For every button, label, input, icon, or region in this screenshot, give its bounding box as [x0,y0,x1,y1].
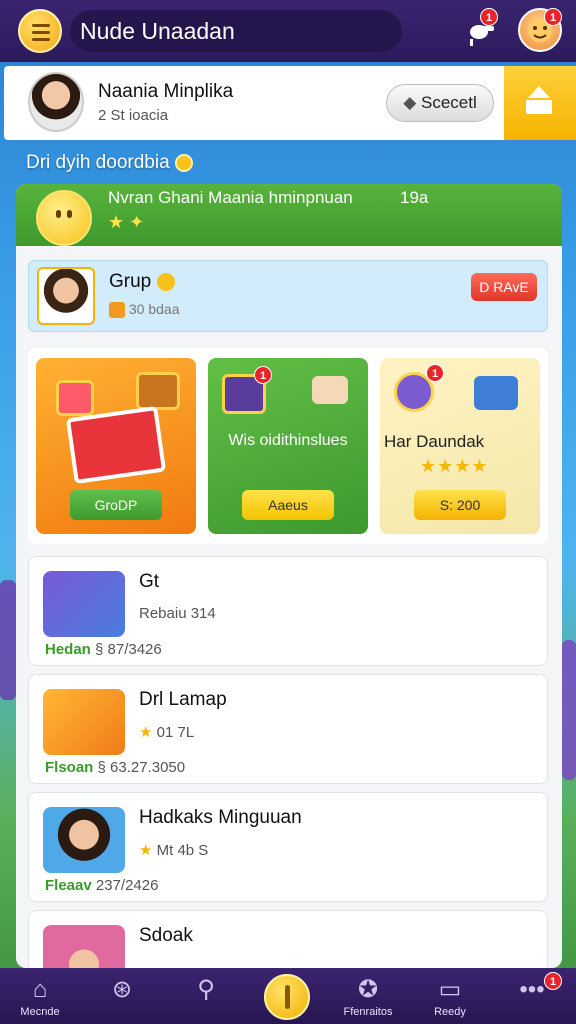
nav-home-label: Mecnde [20,1006,60,1018]
group-subtitle: 30 bdaa [109,301,180,319]
list-item-title: Sdoak [139,925,193,946]
gift-icon [56,380,94,416]
nav-home[interactable]: ⌂ Mecnde [4,968,76,1024]
more-icon: ••• [519,976,545,1003]
top-bar: Nude Unaadan 1 1 [0,0,576,62]
list-item-foot-name: Flsoan [45,759,94,776]
person-thumbnail [43,807,125,873]
feature-cards: GroDP 1 Wis oidithinslues Aaeus 1 Har Da… [28,348,548,544]
list-item-meta: ★ Mt 4b S [139,842,209,859]
list-item[interactable]: Hadkaks Minguuan ★ Mt 4b S Fleaav 237/24… [28,792,548,902]
app-title: Nude Unaadan [70,10,402,52]
tools-icon [474,376,518,410]
nav-favorites-label: Ffenraitos [343,1006,393,1018]
list-item-foot: Fleaav 237/2426 [45,877,158,894]
main-panel: Nvran Ghani Maania hminpnuan 19a ★ ✦ Gru… [16,184,562,968]
panel-title: Nvran Ghani Maania hminpnuan [108,188,353,207]
list-item-meta: Rebaiu 314 [139,605,216,622]
profile-photo [28,72,84,132]
search-person-icon: ⊛ [111,976,133,1003]
group-title: Grup [109,271,175,293]
bg-building-left [0,580,16,700]
treasure-thumbnail [43,689,125,755]
group-subtitle-text: 30 bdaa [128,301,180,317]
prize-card-button[interactable]: S: 200 [414,490,506,520]
coin-icon [156,272,175,291]
bg-building-right [562,640,576,780]
coin-icon [174,153,193,172]
section-label: Dri dyih doordbia [26,152,193,174]
coins-thumbnail [43,571,125,637]
reward-list: Gt Rebaiu 314 Hedan § 87/3426 Drl Lamap … [28,556,548,968]
list-item[interactable]: Gt Rebaiu 314 Hedan § 87/3426 [28,556,548,666]
select-button-label: Scecetl [421,93,477,112]
list-item-foot-name: Hedan [45,641,91,658]
panel-header: Nvran Ghani Maania hminpnuan 19a ★ ✦ [16,184,562,246]
gift-card-button[interactable]: GroDP [70,490,162,520]
box-icon [312,376,348,404]
rating-stars: ★★★★ [420,456,489,476]
nav-favorites[interactable]: ✪ Ffenraitos [332,968,404,1024]
list-item-foot: Hedan § 87/3426 [45,641,162,658]
profile-card[interactable]: Naania Minplika 2 St ioacia ◆ Scecetl [4,66,504,140]
group-row[interactable]: Grup 30 bdaa D RAvE [28,260,548,332]
menu-button[interactable] [18,9,62,53]
list-item-title: Gt [139,571,160,592]
nav-search-person[interactable]: ⊛ [86,968,158,1024]
list-item-foot-value: § 87/3426 [95,641,162,658]
list-item-foot: Flsoan § 63.27.3050 [45,759,185,776]
avatar[interactable]: 1 [518,8,562,52]
prize-card[interactable]: 1 Har Daundak ★★★★ S: 200 [380,358,540,534]
list-item-title: Drl Lamap [139,689,227,710]
list-item-title: Hadkaks Minguuan [139,807,302,828]
nav-more[interactable]: ••• 1 [496,968,568,1024]
nav-search[interactable]: ⚲ [170,968,242,1024]
nav-ready-label: Reedy [434,1006,466,1018]
profile-name: Naania Minplika [98,81,234,102]
select-button[interactable]: ◆ Scecetl [386,84,494,122]
list-item-meta-text: 01 7L [156,724,195,741]
big-gift-icon [65,405,167,485]
panel-count: 19a [400,188,429,207]
group-title-text: Grup [109,271,152,292]
star-icon: ★ ✦ [108,212,145,232]
home-icon: ⌂ [32,976,48,1003]
more-badge: 1 [544,972,562,990]
smiley-icon [36,190,92,246]
group-photo [37,267,95,325]
section-label-text: Dri dyih doordbia [26,152,170,173]
card-badge: 1 [426,364,444,382]
search-icon: ⚲ [197,976,215,1003]
list-item-foot-value: § 63.27.3050 [97,759,186,776]
gift-card[interactable]: GroDP [36,358,196,534]
list-item-meta-text: Mt 4b S [156,842,209,859]
profile-subtitle: 2 St ioacia [98,107,169,124]
list-item-foot-value: 237/2426 [95,877,159,894]
upload-tab[interactable] [504,66,576,140]
whistle-icon[interactable]: 1 [462,8,500,50]
screen-card-label: Wis oidithinslues [228,432,348,449]
bottom-nav: ⌂ Mecnde ⊛ ⚲ ✪ Ffenraitos ▭ Reedy ••• 1 [0,968,576,1024]
chest-icon [136,372,180,410]
list-item[interactable]: Sdoak [28,910,548,968]
list-item-meta: ★ 01 7L [139,724,195,741]
upload-icon [526,86,552,114]
screen-card-button[interactable]: Aaeus [242,490,334,520]
tag-icon: ◆ [403,93,422,112]
monitor-icon: ▭ [438,976,462,1003]
list-item-foot-name: Fleaav [45,877,92,894]
star-search-icon: ✪ [357,976,379,1003]
person-thumbnail [43,925,125,968]
nav-ready[interactable]: ▭ Reedy [414,968,486,1024]
prize-card-label: Har Daundak [384,432,485,451]
group-action-button[interactable]: D RAvE [471,273,537,301]
badge-icon [109,302,125,319]
coin-button[interactable] [264,974,310,1020]
avatar-badge: 1 [544,8,562,26]
list-item[interactable]: Drl Lamap ★ 01 7L Flsoan § 63.27.3050 [28,674,548,784]
card-badge: 1 [254,366,272,384]
notification-badge: 1 [480,8,498,26]
screen-card[interactable]: 1 Wis oidithinslues Aaeus [208,358,368,534]
